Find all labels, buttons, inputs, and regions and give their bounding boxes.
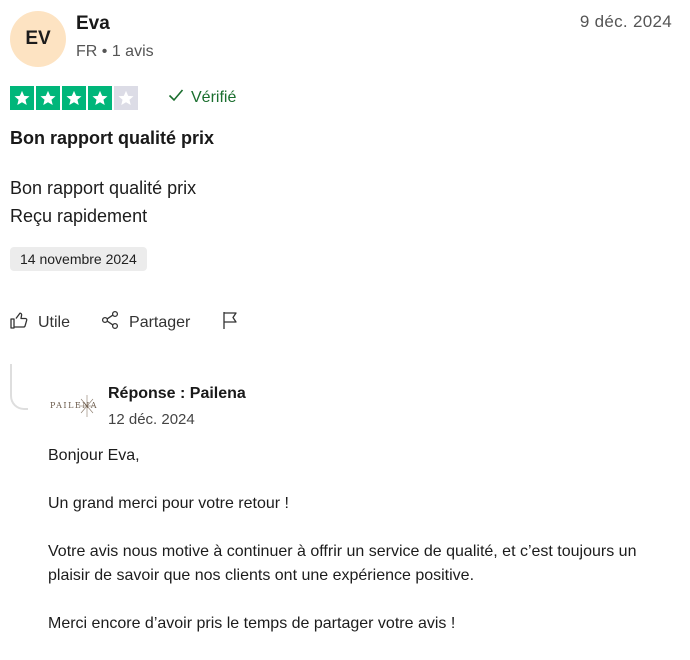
company-logo: PAILENA [48, 391, 99, 421]
star-filled-icon [10, 86, 34, 110]
share-icon [100, 310, 120, 335]
review-body: Bon rapport qualité prix Reçu rapidement [10, 174, 196, 230]
reply-paragraph: Votre avis nous motive à continuer à off… [48, 543, 637, 584]
star-empty-icon [114, 86, 138, 110]
star-filled-icon [36, 86, 60, 110]
star-filled-icon [88, 86, 112, 110]
reply-date: 12 déc. 2024 [108, 411, 195, 428]
useful-label: Utile [38, 313, 71, 331]
review-actions: Utile Partager [9, 310, 270, 335]
reply-body: Bonjour Eva, Un grand merci pour votre r… [48, 444, 668, 660]
reply-title: Réponse : Pailena [108, 385, 246, 402]
share-label: Partager [129, 313, 191, 331]
reviewer-meta: FR • 1 avis [76, 43, 154, 60]
review-title: Bon rapport qualité prix [10, 128, 215, 148]
reviewer-name[interactable]: Eva [76, 13, 110, 35]
avatar: EV [10, 11, 66, 67]
reply-paragraph: Merci encore d’avoir pris le temps de pa… [48, 615, 456, 632]
experience-date-badge: 14 novembre 2024 [10, 247, 147, 271]
star-filled-icon [62, 86, 86, 110]
verified-label: Vérifié [191, 88, 237, 106]
flag-icon [220, 310, 240, 335]
review-date: 9 déc. 2024 [579, 12, 672, 31]
reply-paragraph: Bonjour Eva, [48, 447, 140, 464]
reply-paragraph: Un grand merci pour votre retour ! [48, 495, 289, 512]
logo-text: PAILENA [50, 401, 99, 410]
star-rating [10, 86, 138, 110]
verified-badge[interactable]: Vérifié [168, 88, 236, 107]
useful-button[interactable]: Utile [9, 310, 70, 335]
review-body-line: Bon rapport qualité prix [10, 178, 197, 198]
share-button[interactable]: Partager [100, 310, 190, 335]
report-button[interactable] [220, 310, 240, 335]
review-body-line: Reçu rapidement [10, 206, 148, 226]
checkmark-icon [168, 88, 184, 107]
thumbs-up-icon [9, 310, 29, 335]
reply-connector-line [10, 364, 28, 410]
